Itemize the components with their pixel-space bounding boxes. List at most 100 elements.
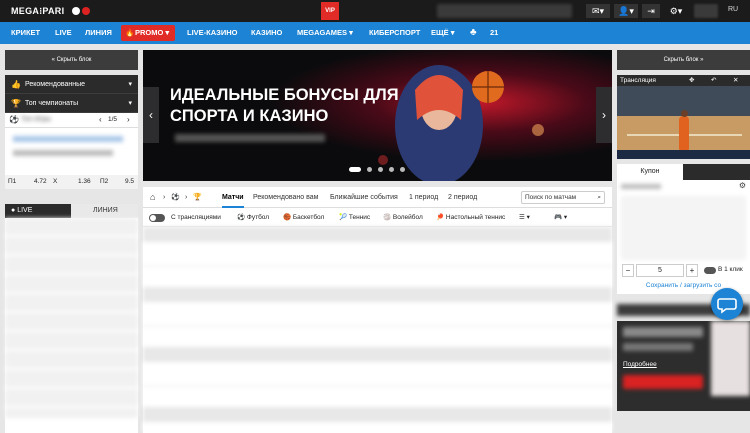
tab-coupon[interactable]: Купон <box>617 164 683 180</box>
coupon-empty-message <box>621 196 746 260</box>
banner-title-line1: ИДЕАЛЬНЫЕ БОНУСЫ ДЛЯ <box>170 86 399 104</box>
stream-label: Трансляция <box>620 77 656 84</box>
slide-dot[interactable] <box>400 167 405 172</box>
slide-dot[interactable] <box>389 167 394 172</box>
trophy-icon: 🏆 <box>11 99 21 108</box>
search-input[interactable]: Поиск по матчам ⌕ <box>521 191 605 204</box>
nav-cricket[interactable]: КРИКЕТ <box>11 22 40 44</box>
sport-table-tennis[interactable]: 🏓 Настольный теннис <box>436 208 505 227</box>
tab-recommended[interactable]: Рекомендовано вам <box>253 187 318 208</box>
ball-icon[interactable]: ⚽ <box>171 187 180 208</box>
odds-row: П1 4.72 X 1.36 П2 9.5 <box>5 175 138 189</box>
nav-promo-label: PROMO <box>135 28 164 37</box>
one-click-toggle[interactable] <box>704 267 716 274</box>
player-figure <box>679 116 689 150</box>
home-icon[interactable]: ⌂ <box>150 187 155 208</box>
next-icon[interactable]: › <box>127 115 130 124</box>
nav-live[interactable]: LIVE <box>55 22 72 44</box>
language-selector[interactable]: RU <box>728 6 738 13</box>
tab-live-label: LIVE <box>17 207 33 214</box>
tab-other[interactable] <box>683 164 750 180</box>
chevron-down-icon: ▾ <box>128 100 132 107</box>
prev-icon[interactable]: ‹ <box>99 115 102 124</box>
tab-line[interactable]: ЛИНИЯ <box>93 204 118 218</box>
slide-dot[interactable] <box>349 167 361 172</box>
fire-icon: 🔥 <box>125 28 135 37</box>
move-icon[interactable]: ✥ <box>689 75 694 86</box>
hide-block-label: Скрыть блок <box>663 57 699 63</box>
odd-value-p2[interactable]: 9.5 <box>125 175 134 189</box>
undo-icon[interactable]: ↶ <box>711 75 716 86</box>
tab-period-2[interactable]: 2 период <box>448 187 477 208</box>
nav-count[interactable]: 21 <box>490 22 498 44</box>
chat-icon <box>717 298 737 314</box>
tab-period-1[interactable]: 1 период <box>409 187 438 208</box>
gamepad-icon[interactable]: 🎮 ▾ <box>554 208 567 227</box>
settings-icon[interactable]: ⚙▾ <box>666 4 686 18</box>
list-view-icon[interactable]: ☰ ▾ <box>519 208 530 227</box>
sport-football[interactable]: ⚽ Футбол <box>237 208 269 227</box>
tab-live[interactable]: ● LIVE <box>5 204 71 218</box>
coupon-tabs: Купон <box>617 164 750 180</box>
stake-plus-button[interactable]: + <box>686 264 698 277</box>
deposit-button[interactable] <box>437 4 572 18</box>
chevron-right-icon: › <box>185 194 188 201</box>
tab-upcoming[interactable]: Ближайшие события <box>330 187 398 208</box>
odd-value-x[interactable]: 1.36 <box>78 175 91 189</box>
close-icon[interactable]: ✕ <box>733 75 738 86</box>
sport-volleyball[interactable]: 🏐 Волейбол <box>383 208 423 227</box>
nav-live-casino[interactable]: LIVE-КАЗИНО <box>187 22 238 44</box>
vip-button[interactable]: VIP <box>321 2 339 20</box>
balance-display[interactable] <box>694 4 718 18</box>
hide-block-right[interactable]: Скрыть блок » <box>617 50 750 70</box>
stream-video[interactable] <box>617 86 750 159</box>
stake-row: − 5 + В 1 клик <box>617 264 750 278</box>
match-list <box>143 227 612 432</box>
slide-dot[interactable] <box>367 167 372 172</box>
mail-icon[interactable]: ✉▾ <box>586 4 610 18</box>
sport-tennis[interactable]: 🎾 Теннис <box>339 208 370 227</box>
sport-label: Волейбол <box>392 214 423 221</box>
logo[interactable]: MEGA⁝PARI <box>11 6 64 17</box>
odd-value-p1[interactable]: 4.72 <box>34 175 47 189</box>
chat-button[interactable] <box>711 288 743 320</box>
promo-cta-button[interactable] <box>623 375 703 389</box>
promo-banner[interactable]: ИДЕАЛЬНЫЕ БОНУСЫ ДЛЯ СПОРТА И КАЗИНО ‹ › <box>143 50 612 181</box>
sport-label: Настольный теннис <box>445 214 506 221</box>
stake-input[interactable]: 5 <box>636 264 684 277</box>
promo-more-link[interactable]: Подробнее <box>623 361 657 368</box>
top-game-card[interactable] <box>5 128 138 175</box>
nav-line[interactable]: ЛИНИЯ <box>85 22 112 44</box>
settings-icon[interactable]: ⚙ <box>739 181 746 190</box>
matches-panel: ⌂ › ⚽ › 🏆 Матчи Рекомендовано вам Ближай… <box>143 187 612 433</box>
nav-megagames[interactable]: MEGAGAMES ▾ <box>297 22 353 44</box>
top-bar: MEGA⁝PARI VIP ✉▾ 👤▾ ⇥ ⚙▾ RU <box>0 0 750 22</box>
banner-next-arrow[interactable]: › <box>596 87 612 143</box>
sidebar-item-label: Топ чемпионаты <box>25 100 79 107</box>
nav-promo[interactable]: 🔥 PROMO ▾ <box>121 25 175 41</box>
trophy-icon[interactable]: 🏆 <box>193 187 202 208</box>
club-icon[interactable]: ♣ <box>470 22 477 44</box>
sidebar-item-recommended[interactable]: 👍 Рекомендованные ▾ <box>5 75 138 94</box>
stake-minus-button[interactable]: − <box>622 264 634 277</box>
banner-dots <box>349 165 411 174</box>
nav-casino[interactable]: КАЗИНО <box>251 22 282 44</box>
banner-prev-arrow[interactable]: ‹ <box>143 87 159 143</box>
stream-toggle[interactable] <box>149 214 165 222</box>
sport-basketball[interactable]: 🏀 Баскетбол <box>283 208 324 227</box>
coupon-type[interactable]: ⚙ <box>617 180 750 194</box>
sidebar-item-label: Рекомендованные <box>25 81 86 88</box>
team-one <box>13 136 123 142</box>
tab-matches[interactable]: Матчи <box>222 187 244 208</box>
nav-more-label: ЕЩЁ <box>431 28 449 37</box>
logout-icon[interactable]: ⇥ <box>642 4 660 18</box>
sport-label: Футбол <box>246 214 270 221</box>
right-sidebar: Скрыть блок » Трансляция ✥ ↶ ✕ Купон ⚙ −… <box>617 50 750 433</box>
sidebar-item-top-championships[interactable]: 🏆 Топ чемпионаты ▾ <box>5 94 138 113</box>
hide-block-left[interactable]: « Скрыть блок <box>5 50 138 70</box>
slide-dot[interactable] <box>378 167 383 172</box>
account-icon[interactable]: 👤▾ <box>614 4 638 18</box>
live-line-tabs: ● LIVE ЛИНИЯ <box>5 204 138 218</box>
nav-esports[interactable]: КИБЕРСПОРТ <box>369 22 420 44</box>
nav-more[interactable]: ЕЩЁ ▾ <box>431 22 455 44</box>
